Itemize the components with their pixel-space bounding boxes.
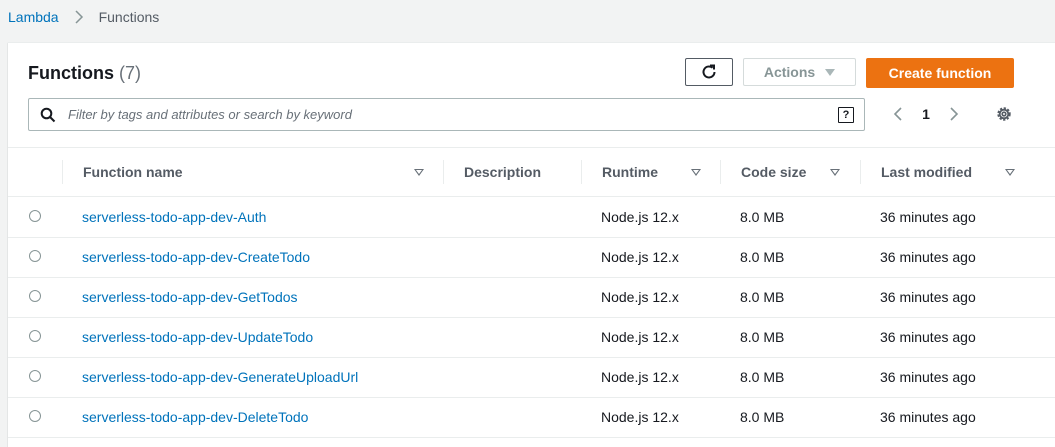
refresh-icon (700, 63, 718, 81)
last-modified-cell: 36 minutes ago (880, 249, 976, 265)
column-divider (860, 160, 861, 184)
row-select-radio[interactable] (29, 410, 41, 422)
functions-panel: Functions (7) Actions Create function ? … (8, 42, 1055, 447)
search-icon (40, 107, 56, 123)
column-divider (581, 160, 582, 184)
table-row[interactable]: serverless-todo-app-dev-Auth Node.js 12.… (8, 197, 1055, 238)
last-modified-cell: 36 minutes ago (880, 289, 976, 305)
column-header-runtime[interactable]: Runtime (602, 148, 722, 196)
column-label: Code size (741, 164, 807, 180)
code-size-cell: 8.0 MB (740, 289, 785, 305)
column-header-function-name[interactable]: Function name (83, 148, 433, 196)
column-label: Function name (83, 164, 183, 180)
current-page-number[interactable]: 1 (916, 106, 936, 122)
row-select-radio[interactable] (29, 290, 41, 302)
column-header-code-size[interactable]: Code size (741, 148, 861, 196)
next-page-icon[interactable] (944, 104, 964, 124)
function-name-link[interactable]: serverless-todo-app-dev-GenerateUploadUr… (82, 369, 358, 385)
column-divider (720, 160, 721, 184)
breadcrumb-current: Functions (98, 9, 160, 25)
function-count: (7) (119, 63, 142, 83)
search-bar: ? (28, 98, 865, 131)
last-modified-cell: 36 minutes ago (880, 329, 976, 345)
code-size-cell: 8.0 MB (740, 209, 785, 225)
runtime-cell: Node.js 12.x (601, 329, 679, 345)
column-header-last-modified[interactable]: Last modified (881, 148, 1031, 196)
table-row[interactable]: serverless-todo-app-dev-DeleteTodo Node.… (8, 397, 1055, 438)
function-name-link[interactable]: serverless-todo-app-dev-CreateTodo (82, 249, 310, 265)
column-label: Last modified (881, 164, 973, 180)
table-row[interactable]: serverless-todo-app-dev-CreateTodo Node.… (8, 237, 1055, 278)
gear-icon[interactable] (994, 104, 1014, 124)
create-function-button[interactable]: Create function (866, 58, 1014, 88)
sort-icon (691, 169, 701, 176)
last-modified-cell: 36 minutes ago (880, 369, 976, 385)
help-icon[interactable]: ? (838, 106, 854, 123)
function-name-link[interactable]: serverless-todo-app-dev-DeleteTodo (82, 409, 308, 425)
sort-icon (830, 169, 840, 176)
row-select-radio[interactable] (29, 210, 41, 222)
row-select-radio[interactable] (29, 250, 41, 262)
runtime-cell: Node.js 12.x (601, 209, 679, 225)
code-size-cell: 8.0 MB (740, 369, 785, 385)
actions-dropdown-button[interactable]: Actions (743, 58, 856, 86)
row-select-radio[interactable] (29, 330, 41, 342)
actions-label: Actions (763, 64, 816, 80)
function-name-link[interactable]: serverless-todo-app-dev-Auth (82, 209, 266, 225)
code-size-cell: 8.0 MB (740, 409, 785, 425)
function-name-link[interactable]: serverless-todo-app-dev-GetTodos (82, 289, 298, 305)
search-input[interactable] (66, 106, 838, 123)
table-row[interactable]: serverless-todo-app-dev-UpdateTodo Node.… (8, 317, 1055, 358)
table-row[interactable]: serverless-todo-app-dev-GenerateUploadUr… (8, 357, 1055, 398)
runtime-cell: Node.js 12.x (601, 289, 679, 305)
page-title: Functions (7) (28, 63, 141, 84)
chevron-right-icon (72, 9, 86, 25)
code-size-cell: 8.0 MB (740, 249, 785, 265)
column-divider (62, 160, 63, 184)
column-header-description[interactable]: Description (464, 148, 584, 196)
breadcrumb: Lambda Functions (8, 9, 159, 25)
sort-icon (1005, 169, 1015, 176)
pagination: 1 (888, 103, 964, 125)
column-label: Runtime (602, 164, 658, 180)
caret-down-icon (825, 69, 836, 76)
runtime-cell: Node.js 12.x (601, 249, 679, 265)
code-size-cell: 8.0 MB (740, 329, 785, 345)
function-name-link[interactable]: serverless-todo-app-dev-UpdateTodo (82, 329, 313, 345)
runtime-cell: Node.js 12.x (601, 369, 679, 385)
sort-icon (414, 169, 424, 176)
row-select-radio[interactable] (29, 370, 41, 382)
table-header: Function name Description Runtime Code s… (8, 148, 1055, 197)
column-label: Description (464, 164, 542, 180)
column-divider (443, 160, 444, 184)
runtime-cell: Node.js 12.x (601, 409, 679, 425)
title-text: Functions (28, 63, 114, 83)
table-row[interactable]: serverless-todo-app-dev-GetTodos Node.js… (8, 277, 1055, 318)
last-modified-cell: 36 minutes ago (880, 409, 976, 425)
last-modified-cell: 36 minutes ago (880, 209, 976, 225)
refresh-button[interactable] (685, 58, 733, 86)
previous-page-icon[interactable] (888, 104, 908, 124)
breadcrumb-lambda-link[interactable]: Lambda (8, 9, 59, 25)
